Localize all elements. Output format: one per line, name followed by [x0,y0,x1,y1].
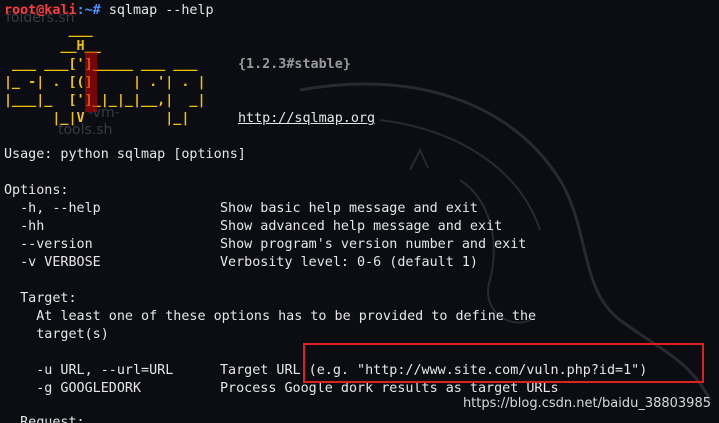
target-header: Target: [4,291,77,306]
option-desc: Show basic help message and exit [220,201,478,216]
option-row-help: -h, --help Show basic help message and ex… [4,200,478,218]
highlight-annotation-box [303,343,704,383]
option-row-version: --version Show program's version number a… [4,236,526,254]
logo-line-6: |_|V |_| [4,111,214,126]
logo-line-5: |___|_ [']_|_|_|__,| _| [4,93,206,108]
prompt-path: :~# [76,3,109,18]
option-row-verbose: -v VERBOSE Verbosity level: 0-6 (default … [4,254,478,272]
prompt-command: sqlmap --help [108,3,214,18]
logo-line-3: ___ ___[']_____ ___ ___ [4,57,214,72]
version-label: {1.2.3#stable} [238,57,351,72]
sqlmap-url-link[interactable]: http://sqlmap.org [238,110,375,128]
option-flag: -hh [4,219,45,234]
option-flag: -u URL, --url=URL [4,363,174,378]
option-row-advanced-help: -hh Show advanced help message and exit [4,218,502,236]
usage-line: Usage: python sqlmap [options] [4,147,246,162]
option-desc: Verbosity level: 0-6 (default 1) [220,255,478,270]
option-flag: -h, --help [4,201,101,216]
option-flag: -v VERBOSE [4,255,101,270]
logo-syringe-accent [85,52,97,112]
command-prompt-line: root@kali:~# sqlmap --help [4,2,214,20]
prompt-user-host: root@kali [4,3,77,18]
option-desc: Show advanced help message and exit [220,219,503,234]
option-flag: -g GOOGLEDORK [4,381,142,396]
options-header: Options: [4,183,69,198]
logo-line-4: |_ -| . [(] | .'| . | [4,75,206,90]
target-desc-line-1: At least one of these options has to be … [4,309,537,324]
option-desc: Show program's version number and exit [220,237,527,252]
watermark: https://blog.csdn.net/baidu_38803985 [462,396,711,411]
target-desc-line-2: target(s) [4,327,109,342]
request-header: Request: [4,415,85,423]
option-flag: --version [4,237,93,252]
terminal-window[interactable]: folders.sh -vm- tools.sh root@kali:~# sq… [0,0,719,423]
option-desc: Process Google dork results as target UR… [220,381,559,396]
